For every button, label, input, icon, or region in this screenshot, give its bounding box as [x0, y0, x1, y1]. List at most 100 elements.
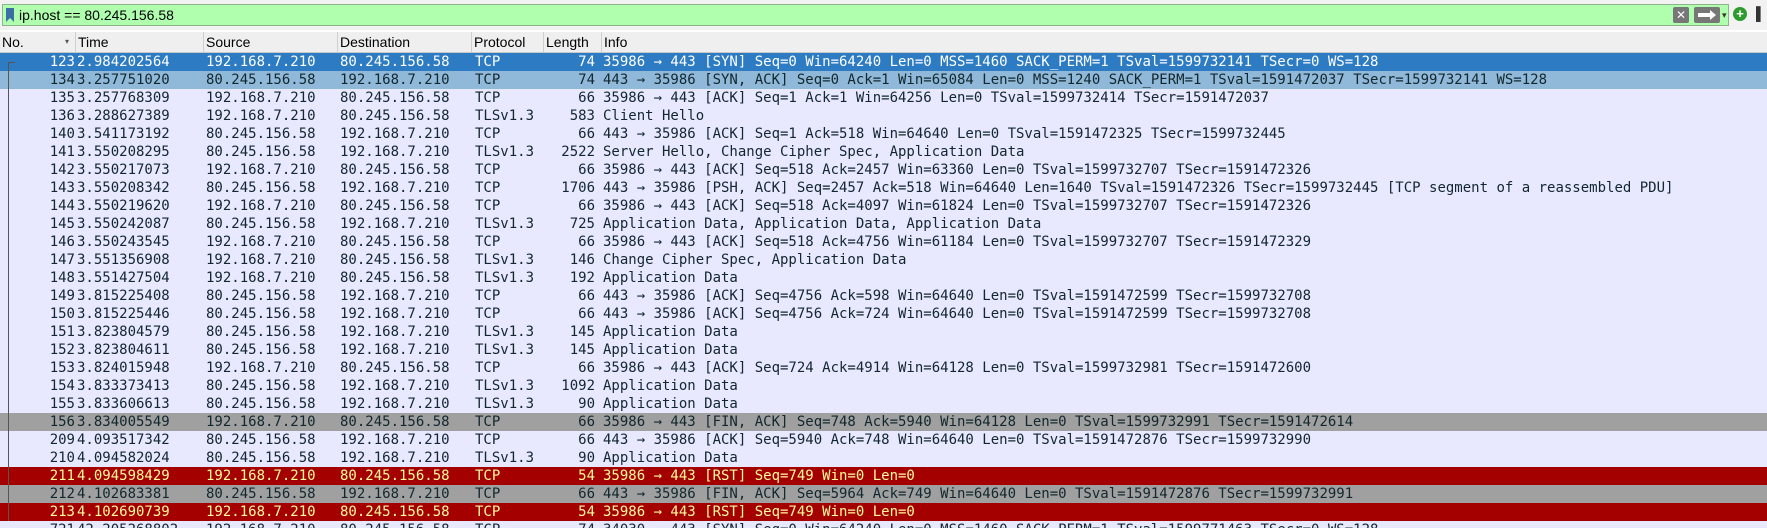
packet-list[interactable]: 123 2.984202564 192.168.7.210 80.245.156.58…	[0, 53, 1767, 528]
column-header-time[interactable]: Time	[76, 32, 204, 52]
table-row[interactable]: 156 3.834005549 192.168.7.210 80.245.156.58…	[0, 413, 1767, 431]
packet-length: 66	[578, 126, 595, 142]
table-row[interactable]: 150 3.815225446 80.245.156.58 192.168.7.210…	[0, 305, 1767, 323]
packet-protocol: TLSv1.3	[475, 108, 535, 124]
packet-info: 35986 → 443 [SYN] Seq=0 Win=64240 Len=0 …	[603, 54, 1379, 70]
packet-destination: 192.168.7.210	[340, 324, 450, 340]
packet-number: 152	[49, 342, 75, 358]
table-row[interactable]: 123 2.984202564 192.168.7.210 80.245.156.58…	[0, 53, 1767, 71]
conversation-bracket	[8, 107, 9, 125]
packet-number: 149	[49, 288, 75, 304]
packet-source: 192.168.7.210	[206, 414, 316, 430]
packet-protocol: TCP	[475, 360, 501, 376]
table-row[interactable]: 147 3.551356908 192.168.7.210 80.245.156.58…	[0, 251, 1767, 269]
table-row[interactable]: 153 3.824015948 192.168.7.210 80.245.156.58…	[0, 359, 1767, 377]
table-row[interactable]: 148 3.551427504 192.168.7.210 80.245.156.58…	[0, 269, 1767, 287]
packet-length: 725	[569, 216, 595, 232]
conversation-bracket	[8, 269, 9, 287]
filter-history-dropdown-icon[interactable]: ▾	[1722, 10, 1730, 20]
packet-number: 147	[49, 252, 75, 268]
table-row[interactable]: 213 4.102690739 192.168.7.210 80.245.156.58…	[0, 503, 1767, 521]
packet-length: 1706	[561, 180, 595, 196]
table-row[interactable]: 134 3.257751020 80.245.156.58 192.168.7.210…	[0, 71, 1767, 89]
packet-time: 42.205268802	[77, 521, 207, 528]
conversation-bracket	[8, 467, 9, 485]
packet-info: 443 → 35986 [SYN, ACK] Seq=0 Ack=1 Win=6…	[603, 72, 1548, 88]
apply-filter-button[interactable]	[1694, 7, 1720, 23]
column-header-source[interactable]: Source	[204, 32, 338, 52]
packet-info: 443 → 35986 [ACK] Seq=4756 Ack=724 Win=6…	[603, 306, 1312, 322]
packet-number: 123	[49, 54, 75, 70]
table-row[interactable]: 141 3.550208295 80.245.156.58 192.168.7.210…	[0, 143, 1767, 161]
packet-time: 3.550242087	[77, 216, 170, 232]
packet-source: 192.168.7.210	[206, 521, 336, 528]
packet-length: 90	[578, 396, 595, 412]
table-row[interactable]: 72142.205268802192.168.7.210 80.245.156.5…	[0, 521, 1767, 528]
table-row[interactable]: 149 3.815225408 80.245.156.58 192.168.7.210…	[0, 287, 1767, 305]
conversation-bracket	[8, 215, 9, 233]
conversation-bracket	[8, 233, 9, 251]
conversation-bracket	[8, 395, 9, 413]
add-filter-button-icon[interactable]: +	[1733, 7, 1747, 21]
packet-number: 145	[49, 216, 75, 232]
display-filter-input[interactable]	[19, 6, 1669, 24]
packet-destination: 80.245.156.58	[340, 198, 450, 214]
table-row[interactable]: 136 3.288627389 192.168.7.210 80.245.156.58…	[0, 107, 1767, 125]
table-row[interactable]: 151 3.823804579 80.245.156.58 192.168.7.210…	[0, 323, 1767, 341]
packet-info: Application Data, Application Data, Appl…	[603, 216, 1042, 232]
toolbar-overflow-icon[interactable]: ▌	[1756, 6, 1765, 21]
packet-destination: 80.245.156.58	[340, 252, 450, 268]
table-row[interactable]: 209 4.093517342 80.245.156.58 192.168.7.210…	[0, 431, 1767, 449]
packet-info: Application Data	[603, 342, 738, 358]
table-row[interactable]: 145 3.550242087 80.245.156.58 192.168.7.210…	[0, 215, 1767, 233]
table-row[interactable]: 155 3.833606613 80.245.156.58 192.168.7.210…	[0, 395, 1767, 413]
table-row[interactable]: 154 3.833373413 80.245.156.58 192.168.7.210…	[0, 377, 1767, 395]
table-row[interactable]: 211 4.094598429 192.168.7.210 80.245.156.58…	[0, 467, 1767, 485]
table-row[interactable]: 152 3.823804611 80.245.156.58 192.168.7.210…	[0, 341, 1767, 359]
packet-destination: 80.245.156.58	[340, 162, 450, 178]
packet-protocol: TCP	[475, 234, 501, 250]
column-header-label: Time	[78, 34, 109, 50]
packet-protocol: TCP	[475, 486, 501, 502]
packet-destination: 192.168.7.210	[340, 72, 450, 88]
packet-length: 66	[578, 306, 595, 322]
column-header-label: Info	[604, 34, 628, 50]
table-row[interactable]: 135 3.257768309 192.168.7.210 80.245.156.58…	[0, 89, 1767, 107]
conversation-bracket	[8, 341, 9, 359]
packet-length: 54	[578, 468, 595, 484]
column-header-info[interactable]: Info	[602, 32, 1767, 52]
packet-protocol: TCP	[475, 72, 501, 88]
packet-time: 3.257751020	[77, 72, 170, 88]
conversation-bracket	[8, 377, 9, 395]
column-header-no[interactable]: No. ▾	[0, 32, 76, 52]
table-row[interactable]: 140 3.541173192 80.245.156.58 192.168.7.210…	[0, 125, 1767, 143]
conversation-bracket	[8, 125, 9, 143]
packet-length: 66	[578, 90, 595, 106]
packet-protocol: TLSv1.3	[475, 252, 535, 268]
column-header-length[interactable]: Length	[544, 32, 602, 52]
table-row[interactable]: 212 4.102683381 80.245.156.58 192.168.7.210…	[0, 485, 1767, 503]
clear-filter-icon[interactable]: ✕	[1673, 7, 1689, 23]
packet-length: 66	[578, 432, 595, 448]
packet-protocol: TCP	[475, 90, 501, 106]
table-row[interactable]: 146 3.550243545 192.168.7.210 80.245.156.58…	[0, 233, 1767, 251]
display-filter-box[interactable]: ✕ ▾	[2, 4, 1729, 26]
packet-source: 80.245.156.58	[206, 396, 316, 412]
packet-protocol: TCP	[475, 521, 545, 528]
table-row[interactable]: 210 4.094582024 80.245.156.58 192.168.7.210…	[0, 449, 1767, 467]
packet-destination: 192.168.7.210	[340, 288, 450, 304]
packet-number: 155	[49, 396, 75, 412]
bookmark-icon[interactable]	[6, 8, 14, 22]
column-header-protocol[interactable]: Protocol	[472, 32, 544, 52]
column-header-destination[interactable]: Destination	[338, 32, 472, 52]
packet-list-header: No. ▾ Time Source Destination Protocol L…	[0, 32, 1767, 53]
packet-time: 3.815225446	[77, 306, 170, 322]
packet-number: 140	[49, 126, 75, 142]
table-row[interactable]: 142 3.550217073 192.168.7.210 80.245.156.58…	[0, 161, 1767, 179]
table-row[interactable]: 144 3.550219620 192.168.7.210 80.245.156.58…	[0, 197, 1767, 215]
packet-time: 3.823804611	[77, 342, 170, 358]
packet-protocol: TCP	[475, 288, 501, 304]
table-row[interactable]: 143 3.550208342 80.245.156.58 192.168.7.210…	[0, 179, 1767, 197]
arrow-right-icon	[1698, 10, 1716, 20]
packet-source: 80.245.156.58	[206, 288, 316, 304]
